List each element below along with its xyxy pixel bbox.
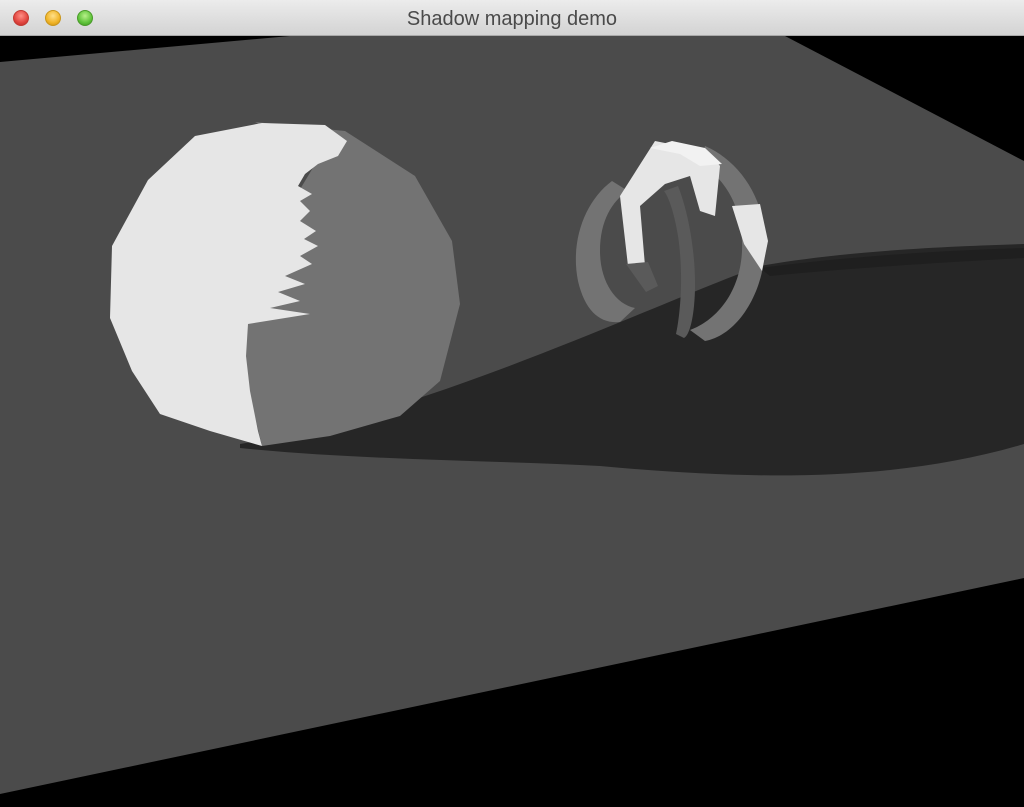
app-window: Shadow mapping demo xyxy=(0,0,1024,807)
window-title: Shadow mapping demo xyxy=(406,8,618,30)
title-bar[interactable]: Shadow mapping demo xyxy=(0,0,1024,36)
scene-canvas xyxy=(0,36,1024,807)
render-viewport[interactable] xyxy=(0,36,1024,807)
